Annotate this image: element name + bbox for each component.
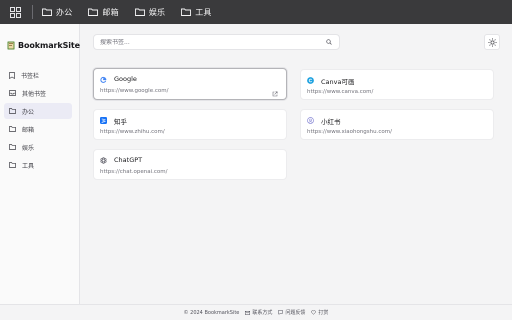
sun-icon bbox=[487, 37, 497, 47]
folder-icon bbox=[42, 8, 52, 16]
brand-name: BookmarkSite bbox=[18, 41, 80, 50]
folder-icon bbox=[88, 8, 99, 16]
footer-contact-link[interactable]: 联系方式 bbox=[245, 309, 272, 316]
message-icon bbox=[278, 310, 284, 315]
xiaohongshu-icon bbox=[307, 117, 314, 124]
sidebar-item-label: 书签栏 bbox=[21, 72, 40, 80]
sidebar-item-label: 邮箱 bbox=[22, 126, 35, 134]
bookmark-card-xiaohongshu[interactable]: 小红书 https://www.xiaohongshu.com/ bbox=[300, 109, 494, 140]
bookmark-url: https://www.zhihu.com/ bbox=[100, 129, 165, 135]
footer-copyright: © 2024 BookmarkSite bbox=[183, 309, 240, 316]
theme-toggle-button[interactable] bbox=[484, 34, 500, 50]
zhihu-icon bbox=[100, 117, 107, 124]
bookmark-icon bbox=[9, 71, 15, 79]
topbar-folder-mail[interactable]: 邮箱 bbox=[88, 7, 119, 18]
footer-feedback-link[interactable]: 问题反馈 bbox=[278, 309, 305, 316]
external-link-icon[interactable] bbox=[272, 82, 278, 97]
top-bookmark-bar: 办公 邮箱 娱乐 工具 bbox=[0, 0, 512, 24]
bookmark-name: 小红书 bbox=[321, 118, 341, 126]
topbar-item-label: 娱乐 bbox=[148, 7, 166, 17]
footer-donate-label: 打赏 bbox=[318, 310, 329, 316]
inbox-icon bbox=[9, 90, 16, 96]
sidebar-item-other-bookmarks[interactable]: 其他书签 bbox=[4, 85, 72, 101]
sidebar-item-bookmarks-bar[interactable]: 书签栏 bbox=[4, 67, 72, 83]
bookmark-card-google[interactable]: Google https://www.google.com/ bbox=[93, 68, 287, 100]
sidebar-item-tools[interactable]: 工具 bbox=[4, 157, 72, 173]
sidebar-item-label: 工具 bbox=[22, 162, 35, 170]
topbar-item-label: 邮箱 bbox=[102, 7, 119, 17]
heart-icon bbox=[311, 310, 317, 315]
folder-icon bbox=[9, 162, 16, 168]
topbar-folder-tools[interactable]: 工具 bbox=[181, 7, 211, 18]
search-bar bbox=[93, 34, 340, 50]
bookmark-url: https://chat.openai.com/ bbox=[100, 169, 168, 175]
sidebar-item-mail[interactable]: 邮箱 bbox=[4, 121, 72, 137]
bookmark-name: Canva可画 bbox=[321, 78, 355, 86]
folder-icon bbox=[134, 8, 145, 16]
folder-icon bbox=[9, 126, 16, 132]
bookmark-name: Google bbox=[114, 75, 137, 83]
sidebar-item-office[interactable]: 办公 bbox=[4, 103, 72, 119]
canva-icon bbox=[307, 77, 314, 84]
search-icon[interactable] bbox=[325, 38, 333, 46]
sidebar-item-label: 其他书签 bbox=[22, 90, 47, 98]
bookmark-url: https://www.canva.com/ bbox=[307, 89, 374, 95]
google-icon bbox=[100, 76, 107, 83]
search-input[interactable] bbox=[100, 38, 325, 46]
footer: © 2024 BookmarkSite 联系方式 问题反馈 打赏 bbox=[0, 304, 512, 320]
mail-icon bbox=[245, 310, 251, 315]
topbar-folder-office[interactable]: 办公 bbox=[42, 7, 72, 18]
sidebar-item-label: 娱乐 bbox=[22, 144, 35, 152]
bookmark-url: https://www.google.com/ bbox=[100, 88, 169, 94]
bookmark-logo-icon bbox=[7, 41, 15, 50]
footer-contact-label: 联系方式 bbox=[252, 310, 273, 316]
sidebar-item-entertainment[interactable]: 娱乐 bbox=[4, 139, 72, 155]
footer-feedback-label: 问题反馈 bbox=[285, 310, 306, 316]
apps-grid-icon[interactable] bbox=[7, 4, 23, 20]
chatgpt-icon bbox=[100, 157, 107, 164]
bookmark-card-zhihu[interactable]: 知乎 https://www.zhihu.com/ bbox=[93, 109, 287, 140]
bookmark-card-canva[interactable]: Canva可画 https://www.canva.com/ bbox=[300, 69, 494, 100]
sidebar: BookmarkSite 书签栏 其他书签 办公 邮箱 娱乐 工具 bbox=[0, 24, 80, 304]
topbar-divider bbox=[32, 5, 33, 19]
topbar-folder-entertainment[interactable]: 娱乐 bbox=[134, 7, 166, 18]
topbar-item-label: 办公 bbox=[56, 7, 73, 17]
bookmark-url: https://www.xiaohongshu.com/ bbox=[307, 129, 392, 135]
bookmark-name: 知乎 bbox=[114, 118, 127, 126]
footer-donate-link[interactable]: 打赏 bbox=[311, 309, 328, 316]
bookmark-name: ChatGPT bbox=[114, 156, 143, 164]
folder-icon bbox=[9, 108, 16, 114]
brand[interactable]: BookmarkSite bbox=[7, 41, 80, 50]
bookmark-card-chatgpt[interactable]: ChatGPT https://chat.openai.com/ bbox=[93, 149, 287, 180]
folder-icon bbox=[181, 8, 192, 16]
sidebar-item-label: 办公 bbox=[22, 108, 35, 116]
topbar-item-label: 工具 bbox=[195, 7, 212, 17]
folder-icon bbox=[9, 144, 16, 150]
